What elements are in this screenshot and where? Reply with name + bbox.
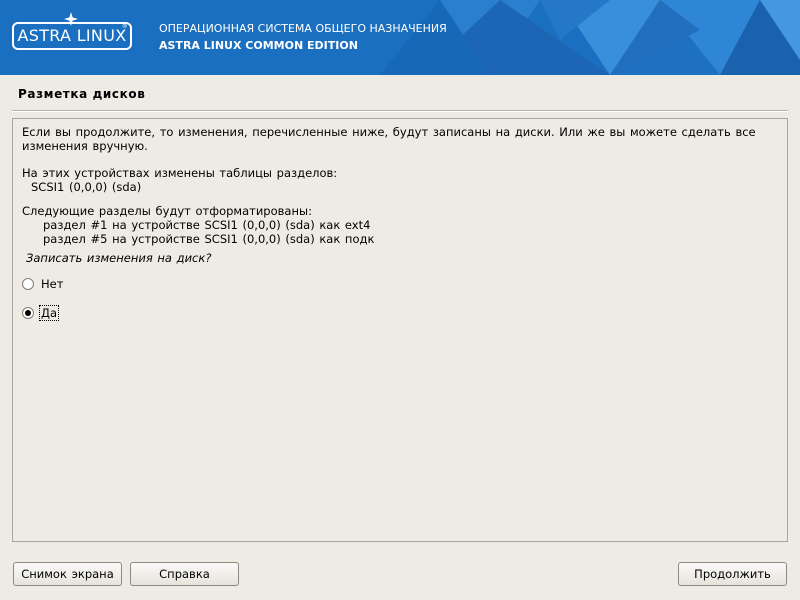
os-edition: ASTRA LINUX COMMON EDITION bbox=[159, 39, 358, 52]
question-text: Записать изменения на диск? bbox=[26, 251, 212, 265]
format-item: раздел #5 на устройстве SCSI1 (0,0,0) (s… bbox=[43, 232, 375, 246]
format-item: раздел #1 на устройстве SCSI1 (0,0,0) (s… bbox=[43, 218, 371, 232]
registered-mark: ® bbox=[121, 23, 128, 30]
installer-window: ASTRA LINUX ® ОПЕРАЦИОННАЯ СИСТЕМА ОБЩЕГ… bbox=[0, 0, 800, 600]
intro-text-line1: Если вы продолжите, то изменения, перечи… bbox=[22, 125, 756, 139]
radio-yes-label[interactable]: Да bbox=[38, 305, 60, 321]
star-icon bbox=[64, 12, 78, 26]
radio-no-label[interactable]: Нет bbox=[41, 277, 63, 291]
tables-device: SCSI1 (0,0,0) (sda) bbox=[31, 180, 142, 194]
content-panel: Если вы продолжите, то изменения, перечи… bbox=[12, 118, 788, 542]
radio-no[interactable] bbox=[22, 278, 34, 290]
title-divider bbox=[12, 110, 788, 112]
radio-selected-dot bbox=[25, 310, 31, 316]
radio-yes[interactable] bbox=[22, 307, 34, 319]
os-title: ОПЕРАЦИОННАЯ СИСТЕМА ОБЩЕГО НАЗНАЧЕНИЯ bbox=[159, 22, 447, 35]
tables-heading: На этих устройствах изменены таблицы раз… bbox=[22, 166, 338, 180]
header-banner: ASTRA LINUX ® ОПЕРАЦИОННАЯ СИСТЕМА ОБЩЕГ… bbox=[0, 0, 800, 75]
logo-text: ASTRA LINUX bbox=[17, 26, 127, 45]
continue-button[interactable]: Продолжить bbox=[678, 562, 787, 586]
screenshot-button[interactable]: Снимок экрана bbox=[13, 562, 122, 586]
page-title: Разметка дисков bbox=[18, 87, 146, 101]
astra-linux-logo: ASTRA LINUX ® bbox=[12, 22, 132, 50]
help-button[interactable]: Справка bbox=[130, 562, 239, 586]
intro-text-line2: изменения вручную. bbox=[22, 139, 148, 153]
format-heading: Следующие разделы будут отформатированы: bbox=[22, 204, 312, 218]
